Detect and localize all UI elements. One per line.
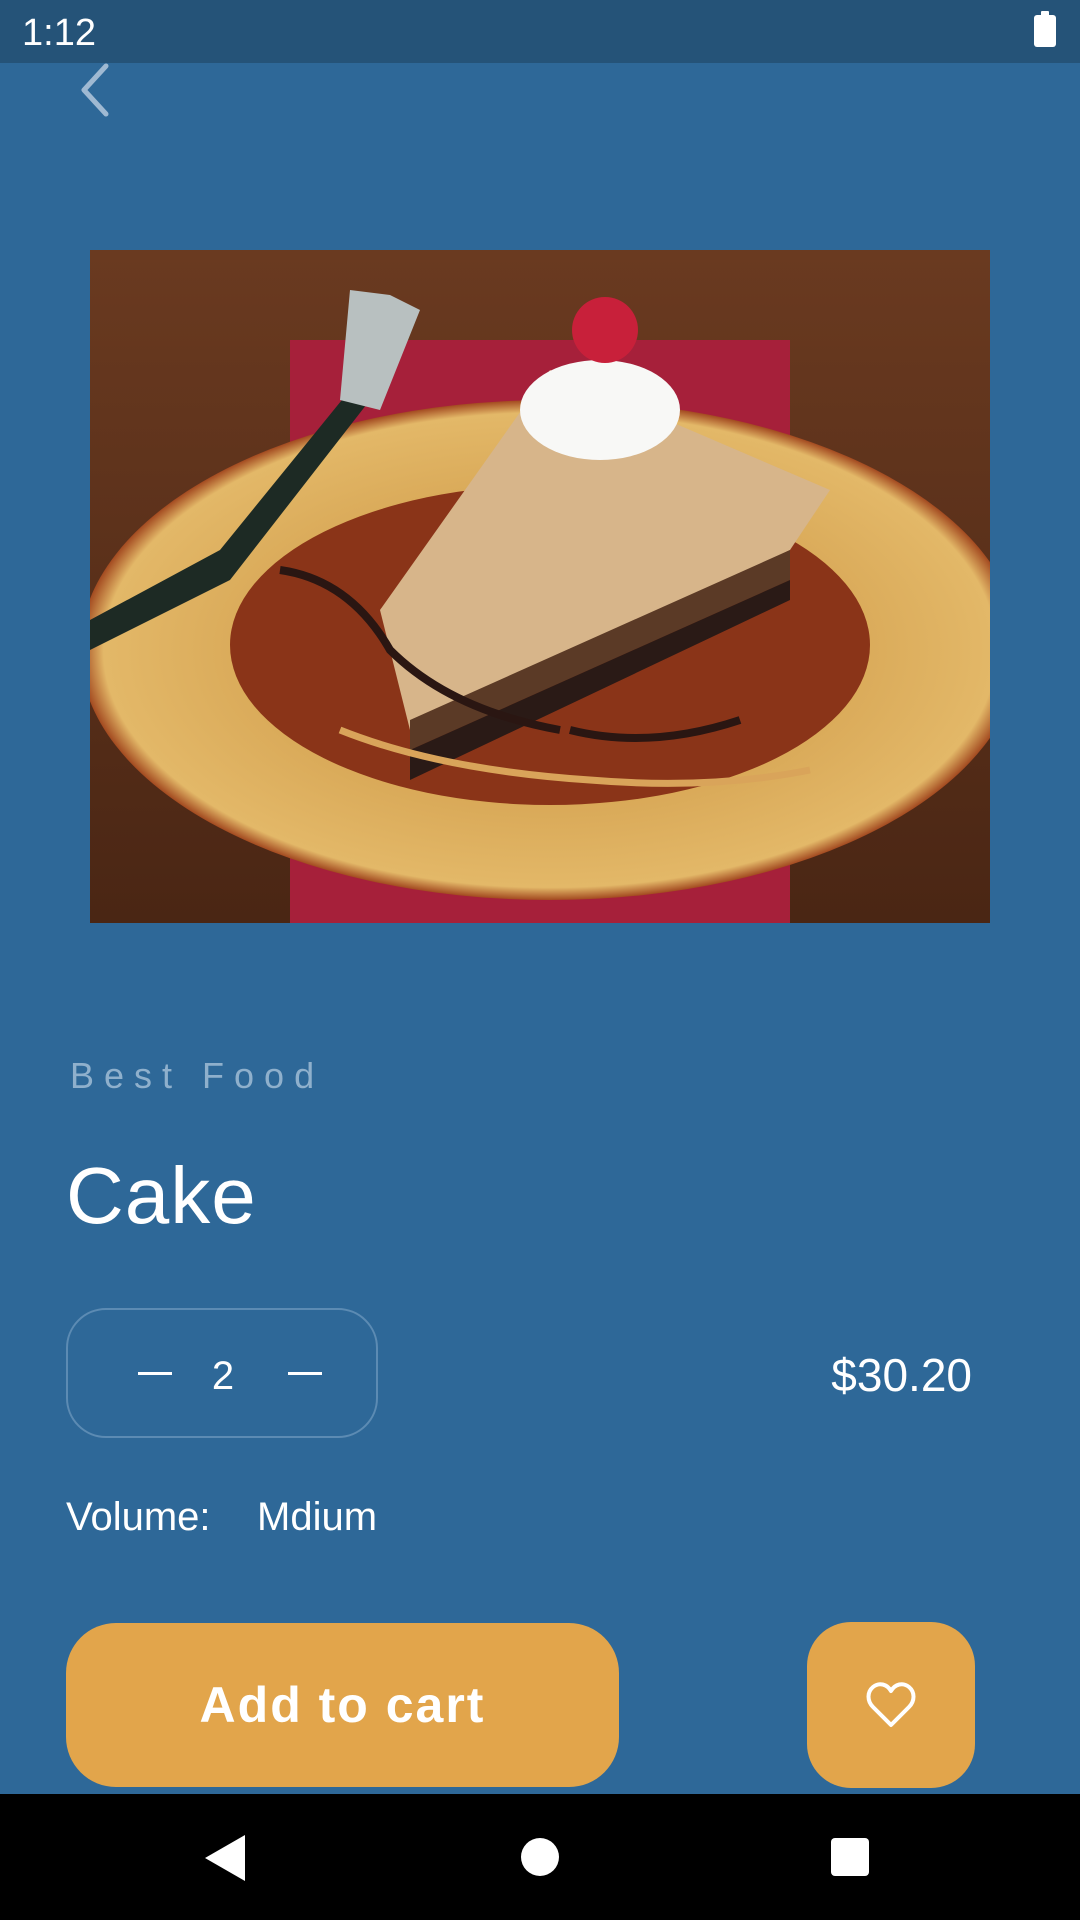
cake-slice-image — [90, 250, 990, 923]
favorite-button[interactable] — [807, 1622, 975, 1788]
navigation-bar — [0, 1794, 1080, 1920]
square-recents-icon[interactable] — [831, 1838, 869, 1876]
back-button[interactable] — [70, 58, 126, 122]
increase-quantity-button[interactable] — [280, 1348, 330, 1398]
battery-full-icon — [1034, 11, 1056, 47]
quantity-value: 2 — [211, 1354, 235, 1398]
heart-outline-icon — [866, 1682, 916, 1727]
chevron-left-icon — [81, 63, 109, 117]
volume-label: Volume: — [66, 1495, 211, 1539]
circle-home-icon[interactable] — [521, 1838, 559, 1876]
volume-value[interactable]: Mdium — [257, 1495, 377, 1540]
decrease-quantity-button[interactable] — [130, 1348, 180, 1398]
add-to-cart-button[interactable]: Add to cart — [66, 1623, 619, 1787]
product-price: $30.20 — [831, 1349, 972, 1401]
quantity-stepper: 2 — [66, 1308, 378, 1438]
status-bar: 1:12 — [0, 0, 1080, 63]
status-time: 1:12 — [22, 12, 96, 54]
product-category: Best Food — [70, 1055, 325, 1096]
triangle-back-icon[interactable] — [205, 1835, 247, 1881]
product-title: Cake — [66, 1151, 257, 1240]
